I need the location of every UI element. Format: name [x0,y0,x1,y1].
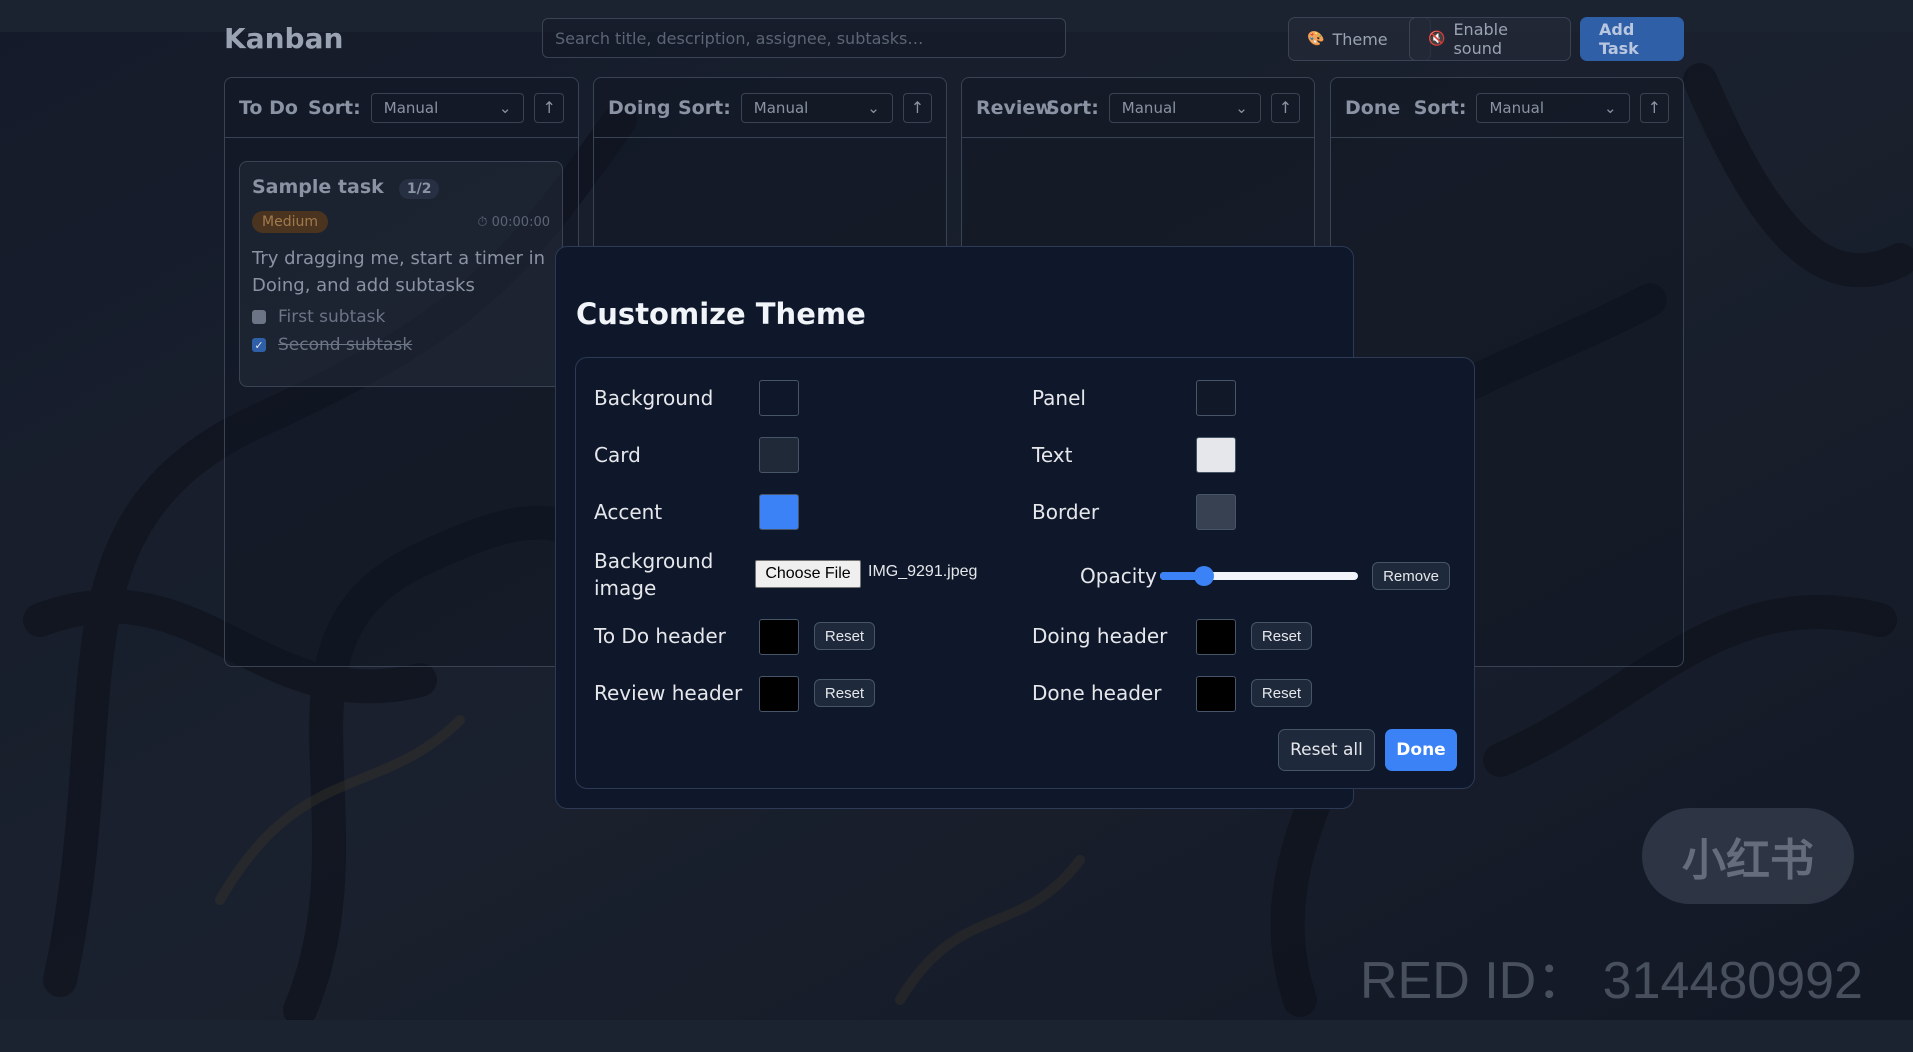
theme-button-label: Theme [1332,29,1388,49]
column-header: Done Sort: Manual ⌄ ↑ [1331,78,1683,138]
column-header: To Do Sort: Manual ⌄ ↑ [225,78,578,138]
column-title: To Do [239,96,298,119]
sort-direction-button[interactable]: ↑ [1639,92,1670,123]
task-title: Sample task [252,176,384,198]
sort-select[interactable]: Manual ⌄ [1108,92,1261,123]
todo-header-reset-button[interactable]: Reset [814,622,875,650]
todo-header-label: To Do header [594,624,726,648]
sort-select-value: Manual [753,98,809,117]
review-header-reset-button[interactable]: Reset [814,679,875,707]
column-header: Review Sort: Manual ⌄ ↑ [962,78,1314,138]
task-description: Try dragging me, start a timer in Doing,… [252,248,546,296]
sort-label: Sort: [678,96,731,119]
column-title: Doing [608,96,671,119]
done-button[interactable]: Done [1385,729,1457,771]
chevron-down-icon: ⌄ [867,98,880,117]
timer-value: 00:00:00 [491,214,550,230]
choose-file-button[interactable]: Choose File [755,560,861,588]
opacity-slider[interactable] [1160,566,1358,586]
review-header-color-picker[interactable] [759,676,799,712]
task-card[interactable]: Sample task 1/2 Medium ⏱ 00:00:00 Try dr… [239,161,563,387]
sort-direction-button[interactable]: ↑ [534,92,564,123]
accent-color-label: Accent [594,500,663,524]
palette-icon: 🎨 [1307,31,1325,47]
border-color-picker[interactable] [1196,494,1236,530]
opacity-slider-thumb[interactable] [1193,566,1214,586]
subtask-label: Second subtask [278,335,413,355]
subtask-count-badge: 1/2 [398,179,440,199]
chevron-down-icon: ⌄ [1604,98,1617,117]
text-color-picker[interactable] [1196,437,1236,473]
speaker-muted-icon: 🔇 [1428,31,1446,47]
dialog-title: Customize Theme [576,297,866,331]
remove-image-button[interactable]: Remove [1372,562,1450,590]
sort-select-value: Manual [1121,98,1177,117]
selected-file-name: IMG_9291.jpeg [868,563,978,580]
done-header-reset-button[interactable]: Reset [1251,679,1312,707]
panel-color-picker[interactable] [1196,380,1236,416]
card-color-label: Card [594,443,641,467]
sort-select-value: Manual [383,98,439,117]
theme-settings-panel: Background Panel Card Text Accent Border… [575,357,1475,789]
sort-label: Sort: [307,96,361,119]
opacity-label: Opacity [1080,564,1157,588]
panel-color-label: Panel [1032,386,1086,410]
sort-select[interactable]: Manual ⌄ [1476,92,1630,123]
priority-badge: Medium [252,211,328,233]
subtask-checkbox[interactable]: ✓ [252,338,266,352]
subtask-checkbox[interactable] [252,310,266,324]
text-color-label: Text [1032,443,1073,467]
sort-direction-button[interactable]: ↑ [902,92,932,123]
sort-select[interactable]: Manual ⌄ [370,92,525,123]
done-header-label: Done header [1032,681,1162,705]
app-title: Kanban [224,22,344,55]
chevron-down-icon: ⌄ [1235,98,1248,117]
accent-color-picker[interactable] [759,494,799,530]
doing-header-label: Doing header [1032,624,1168,648]
column-header: Doing Sort: Manual ⌄ ↑ [594,78,946,138]
subtask-item: ✓ Second subtask [252,335,550,355]
sort-label: Sort: [1413,96,1467,119]
done-header-color-picker[interactable] [1196,676,1236,712]
card-color-picker[interactable] [759,437,799,473]
search-input[interactable]: Search title, description, assignee, sub… [542,18,1066,58]
column-title: Review [976,96,1053,119]
background-image-label: Background image [594,549,714,600]
add-task-button[interactable]: Add Task [1580,17,1684,61]
stopwatch-icon: ⏱ [477,214,488,230]
border-color-label: Border [1032,500,1100,524]
column-title: Done [1345,96,1401,119]
timer-display: ⏱ 00:00:00 [477,215,550,230]
background-color-picker[interactable] [759,380,799,416]
sound-button-label: Enable sound [1453,20,1508,58]
doing-header-reset-button[interactable]: Reset [1251,622,1312,650]
sort-select-value: Manual [1489,98,1544,117]
doing-header-color-picker[interactable] [1196,619,1236,655]
subtask-item: First subtask [252,307,550,327]
background-color-label: Background [594,386,714,410]
enable-sound-button[interactable]: 🔇 Enable sound [1409,17,1571,61]
todo-header-color-picker[interactable] [759,619,799,655]
bottom-bar-strip [0,1020,1913,1052]
subtask-label: First subtask [278,307,386,327]
review-header-label: Review header [594,681,743,705]
reset-all-button[interactable]: Reset all [1278,729,1375,771]
sort-select[interactable]: Manual ⌄ [740,92,893,123]
watermark-logo: 小红书 [1642,808,1854,904]
chevron-down-icon: ⌄ [498,98,512,117]
sort-direction-button[interactable]: ↑ [1270,92,1300,123]
column-todo: To Do Sort: Manual ⌄ ↑ Sample task 1/2 M… [224,77,579,667]
watermark-id: RED ID： 314480992 [1360,952,1863,1010]
sort-label: Sort: [1046,96,1099,119]
